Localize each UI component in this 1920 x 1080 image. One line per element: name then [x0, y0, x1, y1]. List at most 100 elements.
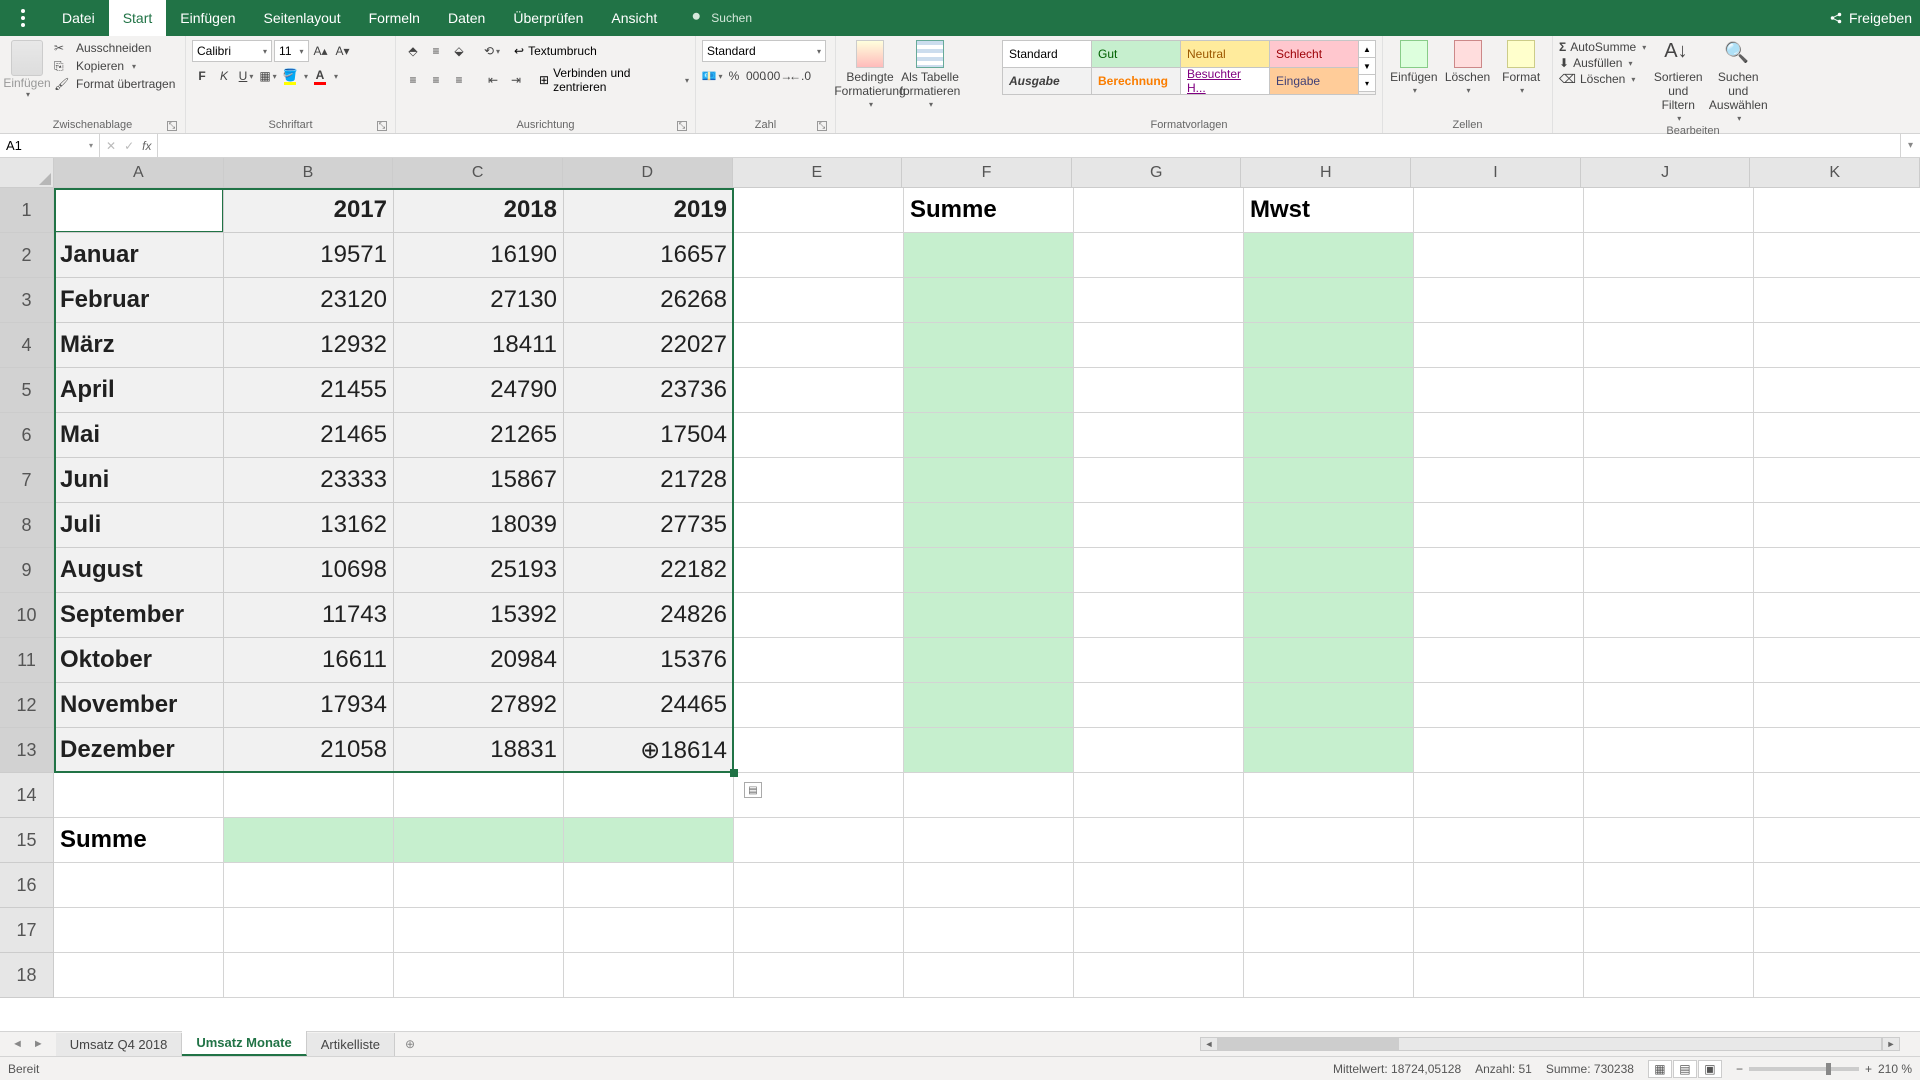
sheet-nav-next[interactable]: ►	[29, 1036, 48, 1052]
cell-A17[interactable]	[54, 908, 224, 953]
col-header-C[interactable]: C	[393, 158, 563, 188]
cell-J5[interactable]	[1584, 368, 1754, 413]
col-header-B[interactable]: B	[224, 158, 394, 188]
cell-B17[interactable]	[224, 908, 394, 953]
wrap-text-button[interactable]: ↩Textumbruch	[514, 44, 597, 58]
cell-G10[interactable]	[1074, 593, 1244, 638]
cell-C3[interactable]: 27130	[394, 278, 564, 323]
cell-A4[interactable]: März	[54, 323, 224, 368]
cell-H3[interactable]	[1244, 278, 1414, 323]
cell-G5[interactable]	[1074, 368, 1244, 413]
row-header-16[interactable]: 16	[0, 863, 54, 908]
cell-B10[interactable]: 11743	[224, 593, 394, 638]
col-header-K[interactable]: K	[1750, 158, 1920, 188]
zoom-in[interactable]: +	[1865, 1062, 1872, 1076]
row-header-12[interactable]: 12	[0, 683, 54, 728]
cell-B16[interactable]	[224, 863, 394, 908]
sheet-nav-prev[interactable]: ◄	[8, 1036, 27, 1052]
quickaccess-menu[interactable]	[8, 3, 38, 33]
tab-ansicht[interactable]: Ansicht	[597, 0, 671, 36]
align-middle[interactable]: ≡	[425, 40, 447, 62]
cell-E16[interactable]	[734, 863, 904, 908]
cell-G3[interactable]	[1074, 278, 1244, 323]
percent-button[interactable]: %	[724, 66, 744, 86]
cell-D12[interactable]: 24465	[564, 683, 734, 728]
cell-D18[interactable]	[564, 953, 734, 998]
cell-K2[interactable]	[1754, 233, 1920, 278]
cell-F15[interactable]	[904, 818, 1074, 863]
cell-K4[interactable]	[1754, 323, 1920, 368]
quick-analysis-button[interactable]: ▤	[744, 782, 762, 798]
cell-K13[interactable]	[1754, 728, 1920, 773]
sheet-tab[interactable]: Umsatz Q4 2018	[56, 1033, 183, 1056]
cell-C13[interactable]: 18831	[394, 728, 564, 773]
cell-A9[interactable]: August	[54, 548, 224, 593]
cell-K11[interactable]	[1754, 638, 1920, 683]
row-header-13[interactable]: 13	[0, 728, 54, 773]
cell-G16[interactable]	[1074, 863, 1244, 908]
cell-J18[interactable]	[1584, 953, 1754, 998]
tab-seitenlayout[interactable]: Seitenlayout	[250, 0, 355, 36]
cell-J4[interactable]	[1584, 323, 1754, 368]
increase-decimal[interactable]: .00→	[768, 66, 788, 86]
align-center[interactable]: ≡	[425, 69, 447, 91]
row-header-7[interactable]: 7	[0, 458, 54, 503]
cell-H15[interactable]	[1244, 818, 1414, 863]
cell-K8[interactable]	[1754, 503, 1920, 548]
cell-K10[interactable]	[1754, 593, 1920, 638]
cell-C2[interactable]: 16190	[394, 233, 564, 278]
row-header-3[interactable]: 3	[0, 278, 54, 323]
cell-H8[interactable]	[1244, 503, 1414, 548]
cell-J1[interactable]	[1584, 188, 1754, 233]
fx-icon[interactable]: fx	[142, 139, 151, 153]
cell-G6[interactable]	[1074, 413, 1244, 458]
cell-F11[interactable]	[904, 638, 1074, 683]
cell-D8[interactable]: 27735	[564, 503, 734, 548]
indent-increase[interactable]: ⇥	[505, 69, 527, 91]
cell-A13[interactable]: Dezember	[54, 728, 224, 773]
style-schlecht[interactable]: Schlecht	[1270, 41, 1358, 67]
cell-K5[interactable]	[1754, 368, 1920, 413]
cell-C7[interactable]: 15867	[394, 458, 564, 503]
cell-E7[interactable]	[734, 458, 904, 503]
cell-A15[interactable]: Summe	[54, 818, 224, 863]
cell-D4[interactable]: 22027	[564, 323, 734, 368]
cell-B2[interactable]: 19571	[224, 233, 394, 278]
delete-cells-button[interactable]: Löschen▾	[1443, 40, 1493, 95]
col-header-A[interactable]: A	[54, 158, 224, 188]
cell-F10[interactable]	[904, 593, 1074, 638]
cell-A6[interactable]: Mai	[54, 413, 224, 458]
cell-G15[interactable]	[1074, 818, 1244, 863]
cell-K18[interactable]	[1754, 953, 1920, 998]
cell-E5[interactable]	[734, 368, 904, 413]
cell-K16[interactable]	[1754, 863, 1920, 908]
styles-scroll-up[interactable]: ▲	[1359, 41, 1375, 58]
cell-E4[interactable]	[734, 323, 904, 368]
row-header-8[interactable]: 8	[0, 503, 54, 548]
cell-E2[interactable]	[734, 233, 904, 278]
cell-A12[interactable]: November	[54, 683, 224, 728]
cell-H13[interactable]	[1244, 728, 1414, 773]
tab-formeln[interactable]: Formeln	[355, 0, 434, 36]
cell-D5[interactable]: 23736	[564, 368, 734, 413]
style-eingabe[interactable]: Eingabe	[1270, 68, 1358, 94]
col-header-J[interactable]: J	[1581, 158, 1751, 188]
cell-H6[interactable]	[1244, 413, 1414, 458]
cell-A7[interactable]: Juni	[54, 458, 224, 503]
autosum-button[interactable]: ΣAutoSumme▾	[1559, 40, 1646, 54]
border-button[interactable]: ▦▾	[258, 66, 278, 86]
cell-D14[interactable]	[564, 773, 734, 818]
cell-G13[interactable]	[1074, 728, 1244, 773]
cell-J13[interactable]	[1584, 728, 1754, 773]
cell-J10[interactable]	[1584, 593, 1754, 638]
cell-H16[interactable]	[1244, 863, 1414, 908]
cell-H1[interactable]: Mwst	[1244, 188, 1414, 233]
cell-C12[interactable]: 27892	[394, 683, 564, 728]
copy-button[interactable]: ⎘Kopieren▾	[52, 58, 177, 74]
cell-B7[interactable]: 23333	[224, 458, 394, 503]
cell-I14[interactable]	[1414, 773, 1584, 818]
cell-H4[interactable]	[1244, 323, 1414, 368]
col-header-D[interactable]: D	[563, 158, 733, 188]
insert-cells-button[interactable]: Einfügen▾	[1389, 40, 1439, 95]
cell-H7[interactable]	[1244, 458, 1414, 503]
